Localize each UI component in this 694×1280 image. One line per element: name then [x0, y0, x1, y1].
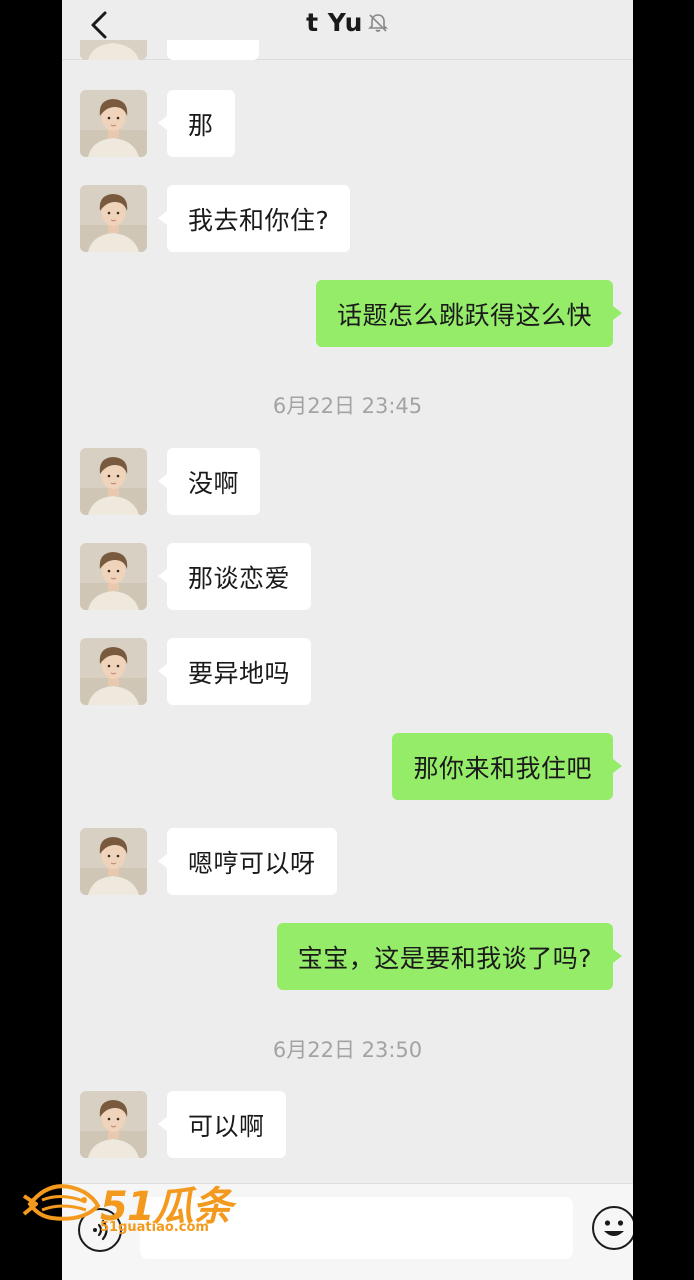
- message-bubble-incoming[interactable]: 没啊: [157, 448, 261, 515]
- avatar[interactable]: [80, 185, 147, 252]
- avatar-image: [80, 638, 147, 705]
- timestamp: 6月22日 23:45: [272, 394, 423, 418]
- avatar-image: [80, 828, 147, 895]
- avatar[interactable]: [80, 1091, 147, 1158]
- message-bubble-incoming[interactable]: 我去和你住?: [157, 185, 351, 252]
- message-bubble-partial[interactable]: [167, 40, 259, 60]
- avatar-image: [80, 543, 147, 610]
- avatar-image: [80, 1091, 147, 1158]
- chat-header: t Yu: [62, 0, 633, 60]
- emoji-button[interactable]: [592, 1206, 633, 1250]
- message-bubble-incoming[interactable]: 那: [158, 90, 235, 157]
- avatar-image: [80, 448, 147, 515]
- message-bubble-outgoing[interactable]: 那你来和我住吧: [392, 733, 622, 800]
- chat-screen: t Yu 那 我去和你住? 话题怎么跳跃得这么快 6月22日 23:45 没啊: [62, 0, 633, 1280]
- input-bar: [62, 1183, 633, 1280]
- timestamp: 6月22日 23:50: [272, 1038, 423, 1062]
- avatar-partial[interactable]: [80, 40, 147, 60]
- avatar[interactable]: [80, 543, 147, 610]
- avatar[interactable]: [80, 828, 147, 895]
- message-bubble-incoming[interactable]: 可以啊: [158, 1091, 286, 1158]
- voice-wave-icon: [93, 1219, 108, 1241]
- message-bubble-incoming[interactable]: 那谈恋爱: [157, 543, 312, 610]
- avatar[interactable]: [80, 638, 147, 705]
- avatar-image: [80, 185, 147, 252]
- avatar[interactable]: [80, 448, 147, 515]
- avatar[interactable]: [80, 90, 147, 157]
- message-bubble-outgoing[interactable]: 话题怎么跳跃得这么快: [315, 280, 623, 347]
- chat-title: t Yu: [306, 8, 363, 37]
- bell-muted-icon: [367, 13, 388, 32]
- message-bubble-incoming[interactable]: 嗯哼可以呀: [158, 828, 337, 895]
- chat-title-area: t Yu: [62, 8, 633, 37]
- message-input[interactable]: [140, 1197, 573, 1259]
- voice-button[interactable]: [78, 1208, 122, 1252]
- message-bubble-incoming[interactable]: 要异地吗: [157, 638, 312, 705]
- message-bubble-outgoing[interactable]: 宝宝，这是要和我谈了吗?: [276, 923, 623, 990]
- smiley-icon: [604, 1220, 624, 1236]
- avatar-image: [80, 90, 147, 157]
